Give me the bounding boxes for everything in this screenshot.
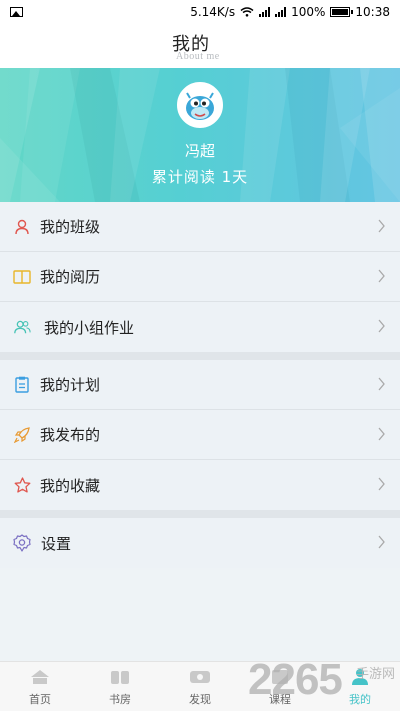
menu-item-label: 我的计划 [40, 376, 101, 394]
reading-stats: 累计阅读 1天 [151, 168, 249, 186]
clipboard-icon [13, 376, 31, 394]
menu-group-1: 我的班级 我的阅历 我的小组作业 [0, 202, 400, 352]
chevron-right-icon [378, 319, 385, 333]
gear-icon [13, 534, 31, 552]
menu-item-my-history[interactable]: 我的阅历 [0, 252, 400, 302]
menu-item-label: 我发布的 [40, 426, 101, 444]
nav-label: 首页 [29, 693, 51, 706]
menu-item-group-homework[interactable]: 我的小组作业 [0, 302, 400, 352]
discover-icon [189, 668, 211, 686]
nav-study[interactable]: 书房 [80, 662, 160, 711]
user-icon [13, 218, 31, 236]
image-notification-icon [10, 7, 23, 17]
home-icon [29, 668, 51, 686]
watermark-number: 2265 [248, 655, 343, 704]
chevron-right-icon [378, 269, 385, 283]
chevron-right-icon [378, 477, 385, 491]
menu-item-my-posts[interactable]: 我发布的 [0, 410, 400, 460]
menu-item-my-plan[interactable]: 我的计划 [0, 360, 400, 410]
group-icon [13, 318, 31, 336]
menu-item-my-favorites[interactable]: 我的收藏 [0, 460, 400, 510]
nav-discover[interactable]: 发现 [160, 662, 240, 711]
battery-percent: 100% [291, 5, 326, 19]
watermark-site: 手游网 [356, 667, 396, 682]
menu-item-my-class[interactable]: 我的班级 [0, 202, 400, 252]
menu-item-label: 我的阅历 [40, 268, 101, 286]
section-divider [0, 510, 400, 518]
user-name: 冯超 [184, 142, 215, 160]
signal-icon-2 [275, 7, 287, 17]
menu-group-3: 设置 [0, 518, 400, 568]
menu-item-label: 我的班级 [40, 218, 101, 236]
book-icon [13, 268, 31, 286]
menu-item-label: 设置 [41, 534, 72, 553]
chevron-right-icon [378, 219, 385, 233]
star-icon [13, 476, 31, 494]
page-subtitle: About me [176, 51, 220, 62]
battery-icon [330, 7, 354, 17]
chevron-right-icon [378, 427, 385, 441]
avatar-mascot-icon [179, 84, 221, 126]
menu-item-label: 我的小组作业 [44, 318, 135, 337]
avatar[interactable] [177, 82, 223, 128]
nav-home[interactable]: 首页 [0, 662, 80, 711]
wifi-icon [240, 7, 254, 17]
menu-item-settings[interactable]: 设置 [0, 518, 400, 568]
menu-item-label: 我的收藏 [40, 476, 101, 495]
rocket-icon [13, 426, 31, 444]
signal-icon [259, 7, 271, 17]
clock: 10:38 [355, 5, 390, 19]
chevron-right-icon [378, 535, 385, 549]
title-bar: 我的 About me [0, 24, 400, 68]
bookshelf-icon [109, 668, 131, 686]
status-bar: 5.14K/s 100% 10:38 [0, 0, 400, 24]
nav-label: 发现 [189, 693, 211, 706]
watermark: 2265 手游网 [248, 655, 398, 711]
section-divider [0, 352, 400, 360]
profile-banner: 冯超 累计阅读 1天 [0, 68, 400, 202]
nav-label: 书房 [109, 693, 131, 706]
network-speed: 5.14K/s [190, 5, 236, 19]
menu-group-2: 我的计划 我发布的 我的收藏 [0, 360, 400, 510]
chevron-right-icon [378, 377, 385, 391]
